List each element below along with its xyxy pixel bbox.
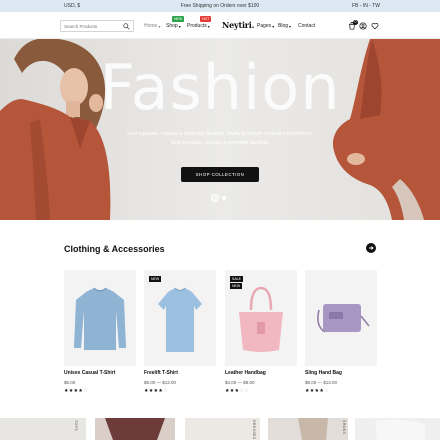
category-tile[interactable] — [268, 418, 348, 440]
product-name[interactable]: Sling Hand Bag — [305, 370, 385, 376]
nav-products-label: Products — [187, 23, 207, 29]
chevron-down-icon: ▾ — [158, 23, 161, 29]
chevron-down-icon: ▾ — [272, 23, 275, 29]
category-tile[interactable] — [95, 418, 175, 440]
nav-blog[interactable]: Blog ▾ — [278, 23, 291, 29]
nav-home-label: Home — [144, 23, 158, 29]
heart-icon[interactable] — [371, 22, 379, 30]
section-title: Clothing & Accessories — [64, 244, 165, 254]
social-links[interactable]: FB - IN - TW — [352, 3, 380, 9]
sale-tag: SALE — [230, 276, 243, 282]
new-badge: NEW — [172, 16, 185, 22]
product-rating: ★★★★☆ — [144, 388, 168, 394]
product-image[interactable] — [64, 270, 136, 366]
product-price: $9.00 — $12.00 — [144, 380, 177, 385]
product-name[interactable]: Unisex Casual T-Shirt — [64, 370, 144, 376]
cart-count-badge: 0 — [353, 20, 358, 25]
hero-description-line-2: Sed egestas, massa a molestie facilisis. — [170, 140, 270, 146]
chevron-down-icon: ▾ — [289, 23, 292, 29]
product-rating: ★★★☆☆ — [225, 388, 249, 394]
logo[interactable]: Neytiri. — [222, 20, 254, 30]
category-strip: TOPS DRESSES SHOES — [0, 418, 440, 440]
page: USD, $ Free Shipping on Orders over $100… — [0, 0, 440, 440]
nav-shop[interactable]: NEW Shop ▾ — [166, 16, 185, 29]
top-bar: USD, $ Free Shipping on Orders over $100… — [0, 0, 440, 12]
nav-contact-label: Contact — [298, 23, 316, 29]
category-tile[interactable] — [355, 418, 440, 440]
user-icon[interactable] — [359, 22, 367, 30]
nav-pages-label: Pages — [257, 23, 272, 29]
product-price: $4.00 — $8.00 — [225, 380, 255, 385]
category-label[interactable]: DRESSES — [252, 420, 256, 440]
nav-home[interactable]: Home ▾ — [144, 23, 160, 29]
arrow-right-icon — [369, 246, 374, 250]
hero-description-line-1: Sed egestas, massa a molestie facilisis.… — [126, 131, 314, 137]
category-label[interactable]: SHOES — [342, 420, 346, 434]
slider-dot-active[interactable] — [211, 194, 219, 202]
slider-dot[interactable] — [222, 196, 226, 200]
product-image[interactable] — [305, 270, 377, 366]
hot-badge: HOT — [200, 16, 212, 22]
hero-title: Fashion — [99, 51, 341, 124]
nav-contact[interactable]: Contact — [298, 23, 315, 29]
new-tag: NEW — [230, 283, 243, 289]
header: Home▾ NEW Shop▾ HOT Products▾ Neytiri. P… — [0, 12, 440, 39]
chevron-down-icon: ▾ — [178, 23, 181, 29]
nav-products[interactable]: HOT Products ▾ — [187, 16, 212, 29]
product-name[interactable]: Freelift T-Shirt — [144, 370, 224, 376]
chevron-down-icon: ▾ — [207, 23, 210, 29]
search-box[interactable] — [60, 20, 134, 32]
product-image[interactable] — [144, 270, 216, 366]
hero-banner: Fashion Sed egestas, massa a molestie fa… — [0, 39, 440, 220]
nav-shop-label: Shop — [166, 23, 178, 29]
product-name[interactable]: Leather Handbag — [225, 370, 305, 376]
category-tile[interactable] — [185, 418, 260, 440]
product-rating: ★★★★☆ — [64, 388, 88, 394]
product-price: $6.00 — [64, 380, 76, 385]
search-input[interactable] — [64, 22, 122, 31]
product-price: $8.00 — $13.00 — [305, 380, 338, 385]
nav-blog-label: Blog — [278, 23, 289, 29]
product-rating: ★★★★☆ — [305, 388, 329, 394]
next-arrow-button[interactable] — [366, 243, 376, 253]
new-tag: NEW — [149, 276, 162, 282]
category-label[interactable]: TOPS — [74, 420, 78, 431]
search-icon[interactable] — [123, 23, 130, 30]
nav-pages[interactable]: Pages ▾ — [257, 23, 274, 29]
shop-collection-button[interactable]: SHOP COLLECTION — [181, 167, 259, 182]
